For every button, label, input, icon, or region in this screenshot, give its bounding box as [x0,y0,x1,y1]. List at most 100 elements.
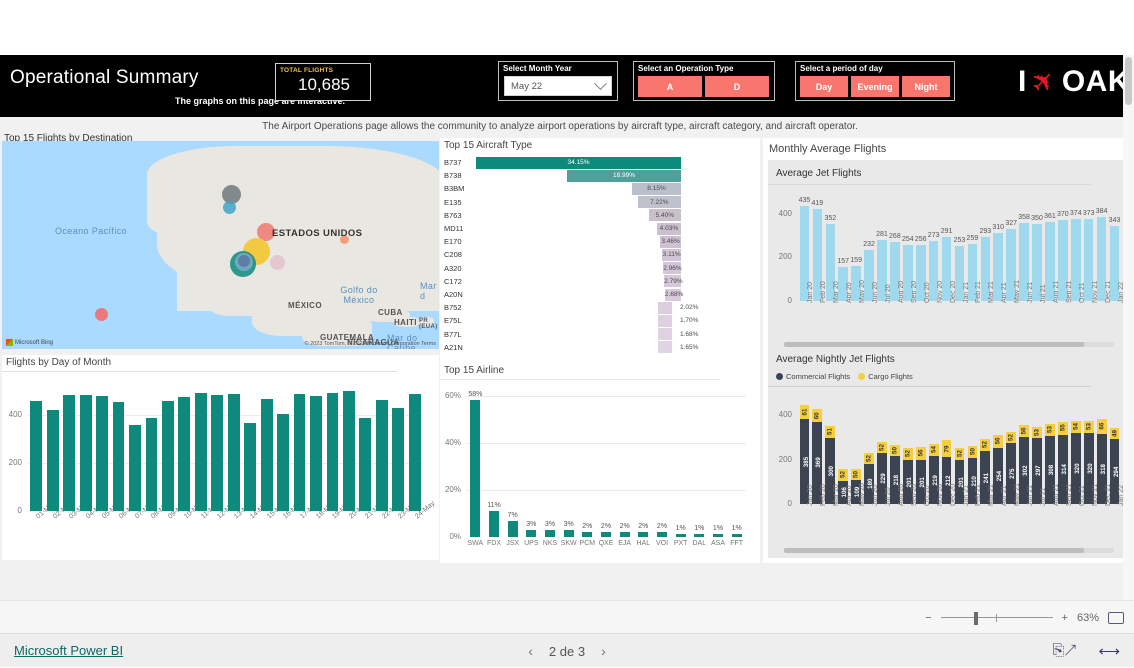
airline-bar-value: 7% [507,511,518,519]
airline-bar[interactable] [712,534,724,537]
night-axis-line [768,386,1091,387]
aircraft-type-bar[interactable] [658,328,672,341]
day-bar[interactable] [343,390,355,511]
day-y-tick: 400 [8,409,22,419]
airline-bar[interactable] [694,534,705,537]
page-indicator: 2 de 3 [548,643,586,659]
airline-bar[interactable] [526,529,537,537]
zoom-slider[interactable] [940,611,1053,625]
flights-by-day-plot: 020040001-May02-May03-May04-May05-May06-… [2,371,439,559]
map-label-gulf: Golfo do México [340,285,378,305]
night-cargo-value: 52 [878,444,886,452]
night-cargo-value: 53 [1033,429,1041,436]
flights-destination-map[interactable]: Oceano Pacífico ESTADOS UNIDOS MÉXICO Go… [2,141,439,349]
day-bar[interactable] [408,394,421,511]
month-year-dropdown[interactable]: May 22 [504,76,612,96]
zoom-out-button[interactable]: − [925,612,931,624]
airline-bar[interactable] [619,532,630,537]
day-bar[interactable] [260,398,273,511]
airline-bar[interactable] [582,532,593,537]
day-bar[interactable] [293,393,306,511]
zoom-slider-thumb[interactable] [973,611,978,625]
night-scroll-thumb[interactable] [784,548,1084,553]
legend-item-commercial[interactable]: Commercial Flights [776,372,850,381]
airline-bar-value: 11% [487,502,501,510]
night-cargo-value: 50 [968,449,976,456]
aircraft-type-value: 2.02% [680,304,699,312]
airline-bar[interactable] [638,532,649,537]
period-button-day[interactable]: Day [800,76,848,97]
aircraft-type-bar[interactable] [658,314,672,327]
average-jet-flights-plot[interactable]: 0 200 400 435 Jan 20 419 Feb 20 352 Mar 20 157 Apr… [768,184,1127,339]
average-jet-flights-title: Average Jet Flights [776,168,862,179]
zoom-in-button[interactable]: + [1062,612,1068,624]
map-label-pr: PR (EUA) [419,318,438,330]
zoom-slider-tick [995,613,997,622]
day-bar[interactable] [145,418,158,511]
day-bar[interactable] [326,393,339,511]
canvas-scrollbar-thumb[interactable] [1125,57,1132,105]
day-bar[interactable] [178,397,191,511]
map-bubble[interactable] [95,308,108,321]
operation-type-button-a[interactable]: A [638,76,702,97]
legend-item-cargo[interactable]: Cargo Flights [858,372,913,381]
day-y-tick: 200 [8,457,22,467]
day-bar[interactable] [79,394,92,511]
period-button-night[interactable]: Night [902,76,950,97]
day-bar[interactable] [30,401,43,511]
day-bar[interactable] [46,410,59,511]
map-bubble[interactable] [238,255,250,267]
airline-bar[interactable] [656,532,668,537]
chevron-down-icon [594,76,607,90]
top-airline-visual[interactable]: Top 15 Airline 0% 20% 40% 60% 58% SWA 11% FDX 7%… [440,363,760,563]
aircraft-type-label: MD11 [444,224,464,233]
day-bar[interactable] [244,423,257,511]
day-bar[interactable] [129,425,141,511]
day-bar[interactable] [96,396,108,511]
report-header: Operational Summary The graphs on this p… [0,55,1134,117]
map-attribution: © 2023 TomTom, © 2023 Microsoft Corporat… [304,341,436,347]
slicer-period-of-day: Select a period of day Day Evening Night [795,61,955,101]
day-bar[interactable] [112,402,125,511]
airline-bar[interactable] [675,534,686,537]
period-button-evening[interactable]: Evening [851,76,899,97]
day-bar[interactable] [63,395,76,511]
day-bar[interactable] [375,399,388,511]
flights-by-day-visual[interactable]: Flights by Day of Month 020040001-May02-… [2,355,439,560]
airline-bar[interactable] [563,529,574,537]
aircraft-type-visual[interactable]: Top 15 Aircraft Type B737 34.15% B738 18.99… [440,138,760,363]
next-page-button[interactable]: › [601,643,606,659]
prev-page-button[interactable]: ‹ [528,643,533,659]
night-cargo-value: 53 [1085,424,1093,431]
map-bubble[interactable] [270,255,285,270]
airline-bar[interactable] [470,400,481,537]
airline-bar[interactable] [600,532,612,537]
fullscreen-icon[interactable]: ⟷ [1098,642,1120,660]
airline-y-tick: 0% [449,532,461,541]
aircraft-type-bar[interactable] [658,341,672,354]
day-bar[interactable] [227,394,240,511]
fit-to-page-icon[interactable] [1108,611,1124,624]
share-icon[interactable]: ⎘↗ [1052,642,1076,660]
canvas-vertical-scrollbar[interactable] [1123,55,1134,600]
day-bar[interactable] [211,395,224,511]
day-bar[interactable] [392,407,405,511]
aircraft-type-bar[interactable] [658,301,672,314]
day-bar[interactable] [161,400,174,511]
aircraft-type-value: 7.22% [650,198,669,206]
day-bar[interactable] [310,395,322,511]
jet-scroll-thumb[interactable] [784,342,1084,347]
airline-bar[interactable] [731,534,742,537]
operation-type-button-d[interactable]: D [705,76,769,97]
night-cargo-value: 60 [813,412,821,420]
average-nightly-jet-flights-plot[interactable]: 0 200 400 61 385 Jan 20 60 369 Feb 20 51 300 Mar 20… [768,386,1127,544]
airline-bar[interactable] [507,520,518,537]
day-bar[interactable] [194,392,207,511]
jet-y-tick: 200 [778,252,792,262]
day-bar[interactable] [277,414,290,511]
airline-bar[interactable] [544,529,556,537]
day-bar[interactable] [359,417,372,511]
airline-bar[interactable] [488,511,500,537]
report-footer: Microsoft Power BI ‹ 2 de 3 › ⎘↗ ⟷ [0,633,1134,667]
map-bubble[interactable] [223,201,236,214]
